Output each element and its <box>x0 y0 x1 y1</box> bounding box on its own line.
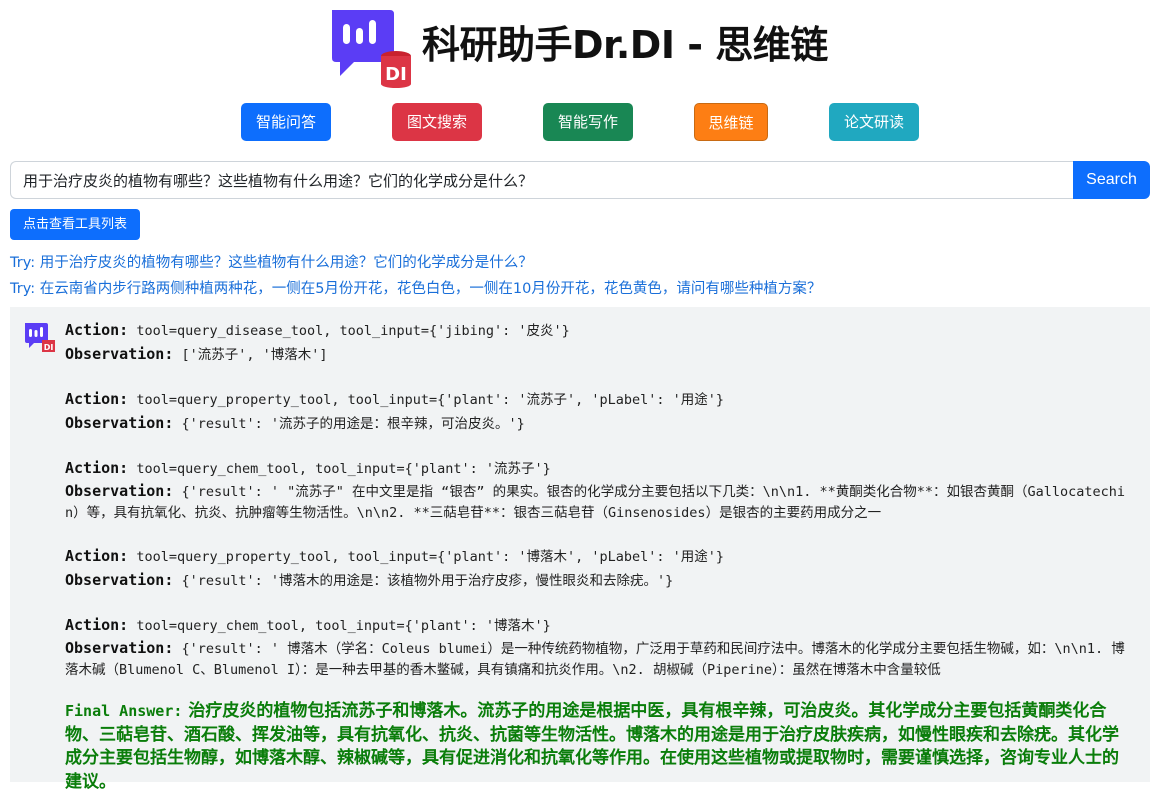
assistant-avatar-icon: DI <box>25 323 55 352</box>
observation-text: {'result': '博落木的用途是：该植物外用于治疗皮疹，慢性眼炎和去除疣。… <box>181 573 674 589</box>
action-label: Action: <box>65 459 129 477</box>
observation-text: {'result': '流苏子的用途是：根辛辣，可治皮炎。'} <box>181 416 525 432</box>
observation-text: {'result': ' 博落木（学名：Coleus blumei）是一种传统药… <box>65 641 1125 678</box>
observation-text: {'result': ' "流苏子" 在中文里是指 “银杏” 的果实。银杏的化学… <box>65 484 1126 521</box>
reasoning-step: Action: tool=query_chem_tool, tool_input… <box>65 457 1135 524</box>
nav-chain-of-thought-button[interactable]: 思维链 <box>694 103 768 141</box>
action-text: tool=query_chem_tool, tool_input={'plant… <box>136 461 551 477</box>
final-answer-text: 治疗皮炎的植物包括流苏子和博落木。流苏子的用途是根据中医，具有根辛辣，可治皮炎。… <box>65 701 1119 792</box>
reasoning-step: Action: tool=query_property_tool, tool_i… <box>65 545 1135 593</box>
reasoning-log: Action: tool=query_disease_tool, tool_in… <box>65 319 1135 794</box>
action-label: Action: <box>65 321 129 339</box>
app-logo: DI <box>332 10 411 88</box>
search-button[interactable]: Search <box>1073 161 1150 199</box>
nav-qa-button[interactable]: 智能问答 <box>241 103 331 141</box>
nav-paper-reading-button[interactable]: 论文研读 <box>829 103 919 141</box>
logo-badge-text: DI <box>385 64 407 85</box>
app-header: DI 科研助手Dr.DI - 思维链 <box>0 0 1158 92</box>
action-label: Action: <box>65 547 129 565</box>
reasoning-step: Action: tool=query_property_tool, tool_i… <box>65 388 1135 436</box>
observation-label: Observation: <box>65 345 174 363</box>
try-link-1[interactable]: Try: 用于治疗皮炎的植物有哪些？这些植物有什么用途？它们的化学成分是什么？ <box>10 251 533 272</box>
view-tools-button[interactable]: 点击查看工具列表 <box>10 209 140 240</box>
avatar-badge-text: DI <box>44 343 54 352</box>
observation-label: Observation: <box>65 571 174 589</box>
action-label: Action: <box>65 616 129 634</box>
action-text: tool=query_property_tool, tool_input={'p… <box>136 392 725 408</box>
nav-writing-button[interactable]: 智能写作 <box>543 103 633 141</box>
reasoning-step: Action: tool=query_chem_tool, tool_input… <box>65 614 1135 681</box>
nav-image-search-button[interactable]: 图文搜索 <box>392 103 482 141</box>
final-answer: Final Answer: 治疗皮炎的植物包括流苏子和博落木。流苏子的用途是根据… <box>65 700 1135 794</box>
nav-bar: 智能问答 图文搜索 智能写作 思维链 论文研读 <box>0 103 1158 141</box>
action-text: tool=query_property_tool, tool_input={'p… <box>136 549 725 565</box>
action-text: tool=query_disease_tool, tool_input={'ji… <box>136 323 570 339</box>
reasoning-step: Action: tool=query_disease_tool, tool_in… <box>65 319 1135 367</box>
try-link-2[interactable]: Try: 在云南省内步行路两侧种植两种花，一侧在5月份开花，花色白色，一侧在10… <box>10 277 821 298</box>
result-panel: DI Action: tool=query_disease_tool, tool… <box>10 307 1150 792</box>
observation-text: ['流苏子', '博落木'] <box>181 347 328 363</box>
page-title: 科研助手Dr.DI - 思维链 <box>422 23 828 67</box>
observation-label: Observation: <box>65 639 174 657</box>
final-answer-label: Final Answer: <box>65 702 183 720</box>
observation-label: Observation: <box>65 482 174 500</box>
search-input[interactable] <box>10 161 1074 199</box>
search-bar: Search <box>10 161 1150 199</box>
action-text: tool=query_chem_tool, tool_input={'plant… <box>136 618 551 634</box>
action-label: Action: <box>65 390 129 408</box>
observation-label: Observation: <box>65 414 174 432</box>
